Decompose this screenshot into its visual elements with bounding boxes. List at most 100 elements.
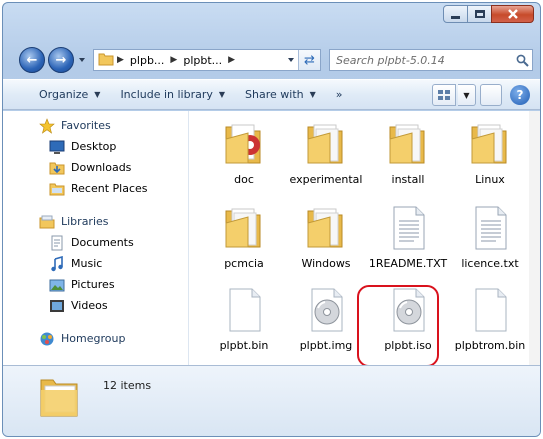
nav-homegroup[interactable]: Homegroup bbox=[3, 328, 188, 349]
close-button[interactable] bbox=[491, 5, 534, 23]
file-item[interactable]: install bbox=[365, 119, 451, 187]
breadcrumb-separator[interactable]: ▶ bbox=[114, 55, 127, 65]
text-file-icon bbox=[466, 203, 514, 251]
nav-item-documents[interactable]: Documents bbox=[3, 232, 188, 253]
address-dropdown[interactable] bbox=[282, 50, 298, 70]
breadcrumb-item[interactable]: plpbt... bbox=[180, 54, 225, 67]
nav-item-label: Pictures bbox=[71, 278, 115, 291]
file-item[interactable]: Linux bbox=[447, 119, 533, 187]
breadcrumb-separator[interactable]: ▶ bbox=[167, 55, 180, 65]
more-label: » bbox=[335, 88, 343, 101]
more-commands-button[interactable]: » bbox=[326, 80, 353, 109]
include-in-library-label: Include in library bbox=[120, 88, 213, 101]
file-name: experimental bbox=[289, 173, 363, 186]
organize-menu[interactable]: Organize ▼ bbox=[3, 80, 110, 109]
view-options-dropdown[interactable]: ▼ bbox=[458, 84, 476, 106]
nav-item-downloads[interactable]: Downloads bbox=[3, 157, 188, 178]
breadcrumb-separator[interactable]: ▶ bbox=[225, 55, 238, 65]
help-icon: ? bbox=[516, 88, 524, 102]
recent-pages-dropdown[interactable] bbox=[77, 55, 87, 65]
nav-item-label: Desktop bbox=[71, 140, 117, 153]
chevron-down-icon: ▼ bbox=[94, 90, 101, 99]
videos-icon bbox=[50, 299, 64, 312]
nav-favorites-label: Favorites bbox=[61, 119, 111, 132]
nav-homegroup-label: Homegroup bbox=[61, 332, 126, 345]
file-item[interactable]: plpbt.bin bbox=[201, 285, 287, 353]
share-with-menu[interactable]: Share with ▼ bbox=[235, 80, 326, 109]
nav-item-recent-places[interactable]: Recent Places bbox=[3, 178, 188, 199]
forward-button[interactable]: → bbox=[48, 47, 74, 73]
organize-label: Organize bbox=[39, 88, 89, 101]
folder-icon bbox=[94, 52, 114, 69]
file-name: doc bbox=[234, 173, 254, 186]
view-grid-icon bbox=[438, 90, 450, 100]
star-icon bbox=[39, 117, 55, 134]
nav-item-label: Recent Places bbox=[71, 182, 148, 195]
file-icon bbox=[466, 285, 514, 333]
file-item[interactable]: Windows bbox=[283, 203, 369, 271]
maximize-button[interactable] bbox=[467, 5, 492, 23]
change-view-button[interactable] bbox=[432, 84, 456, 106]
nav-item-label: Videos bbox=[71, 299, 108, 312]
file-name: licence.txt bbox=[461, 257, 519, 270]
text-file-icon bbox=[384, 203, 432, 251]
help-button[interactable]: ? bbox=[510, 85, 530, 105]
address-row: ← → ▶ plpb... ▶ plpbt... ▶ ⇄ Search plpb… bbox=[3, 43, 540, 77]
pictures-icon bbox=[49, 279, 65, 291]
chevron-down-icon: ▼ bbox=[463, 90, 470, 100]
search-input[interactable]: Search plpbt-5.0.14 bbox=[336, 54, 512, 67]
file-item[interactable]: pcmcia bbox=[201, 203, 287, 271]
chevron-down-icon: ▼ bbox=[218, 90, 226, 99]
refresh-button[interactable]: ⇄ bbox=[298, 50, 320, 70]
include-in-library-menu[interactable]: Include in library ▼ bbox=[110, 80, 235, 109]
documents-icon bbox=[51, 235, 63, 250]
navigation-pane: Favorites Desktop Downloads Recent Place… bbox=[3, 111, 189, 365]
details-pane: 12 items bbox=[3, 365, 540, 436]
folder-icon bbox=[302, 119, 350, 167]
file-name: pcmcia bbox=[224, 257, 264, 270]
command-bar: Organize ▼ Include in library ▼ Share with… bbox=[3, 79, 540, 110]
file-name: Linux bbox=[475, 173, 505, 186]
file-item[interactable]: doc bbox=[201, 119, 287, 187]
address-bar[interactable]: ▶ plpb... ▶ plpbt... ▶ ⇄ bbox=[93, 49, 321, 71]
nav-libraries-label: Libraries bbox=[61, 215, 109, 228]
nav-item-videos[interactable]: Videos bbox=[3, 295, 188, 316]
share-with-label: Share with bbox=[245, 88, 304, 101]
libraries-icon bbox=[39, 215, 55, 228]
item-count: 12 items bbox=[103, 379, 152, 392]
minimize-button[interactable] bbox=[443, 5, 468, 23]
folder-icon bbox=[302, 203, 350, 251]
breadcrumb-item[interactable]: plpb... bbox=[127, 54, 168, 67]
scrollbar[interactable] bbox=[529, 111, 540, 365]
content-area: Favorites Desktop Downloads Recent Place… bbox=[3, 111, 540, 367]
file-icon bbox=[220, 285, 268, 333]
file-item[interactable]: 1README.TXT bbox=[365, 203, 451, 271]
caption-buttons bbox=[443, 5, 534, 23]
search-icon[interactable] bbox=[512, 54, 532, 67]
maximize-icon bbox=[474, 10, 485, 18]
nav-libraries[interactable]: Libraries bbox=[3, 211, 188, 232]
close-icon bbox=[507, 9, 518, 19]
nav-item-music[interactable]: Music bbox=[3, 253, 188, 274]
file-item[interactable]: licence.txt bbox=[447, 203, 533, 271]
file-name: plpbt.bin bbox=[219, 339, 269, 352]
preview-pane-button[interactable] bbox=[480, 84, 502, 106]
refresh-icon: ⇄ bbox=[304, 52, 315, 68]
nav-item-label: Documents bbox=[71, 236, 134, 249]
downloads-icon bbox=[49, 162, 65, 174]
file-name: 1README.TXT bbox=[368, 257, 448, 270]
folder-icon bbox=[220, 119, 268, 167]
file-item[interactable]: plpbtrom.bin bbox=[447, 285, 533, 353]
search-box[interactable]: Search plpbt-5.0.14 bbox=[329, 49, 533, 71]
chevron-down-icon: ▼ bbox=[309, 90, 316, 99]
nav-item-pictures[interactable]: Pictures bbox=[3, 274, 188, 295]
file-item[interactable]: experimental bbox=[283, 119, 369, 187]
nav-favorites[interactable]: Favorites bbox=[3, 115, 188, 136]
back-button[interactable]: ← bbox=[19, 47, 45, 73]
homegroup-icon bbox=[40, 332, 54, 345]
nav-item-desktop[interactable]: Desktop bbox=[3, 136, 188, 157]
explorer-window: ← → ▶ plpb... ▶ plpbt... ▶ ⇄ Search plpb… bbox=[2, 2, 541, 437]
forward-arrow-icon: → bbox=[55, 52, 67, 68]
file-list: doc experimental install Linux pcmcia Windows… bbox=[191, 111, 533, 367]
minimize-icon bbox=[451, 16, 460, 19]
